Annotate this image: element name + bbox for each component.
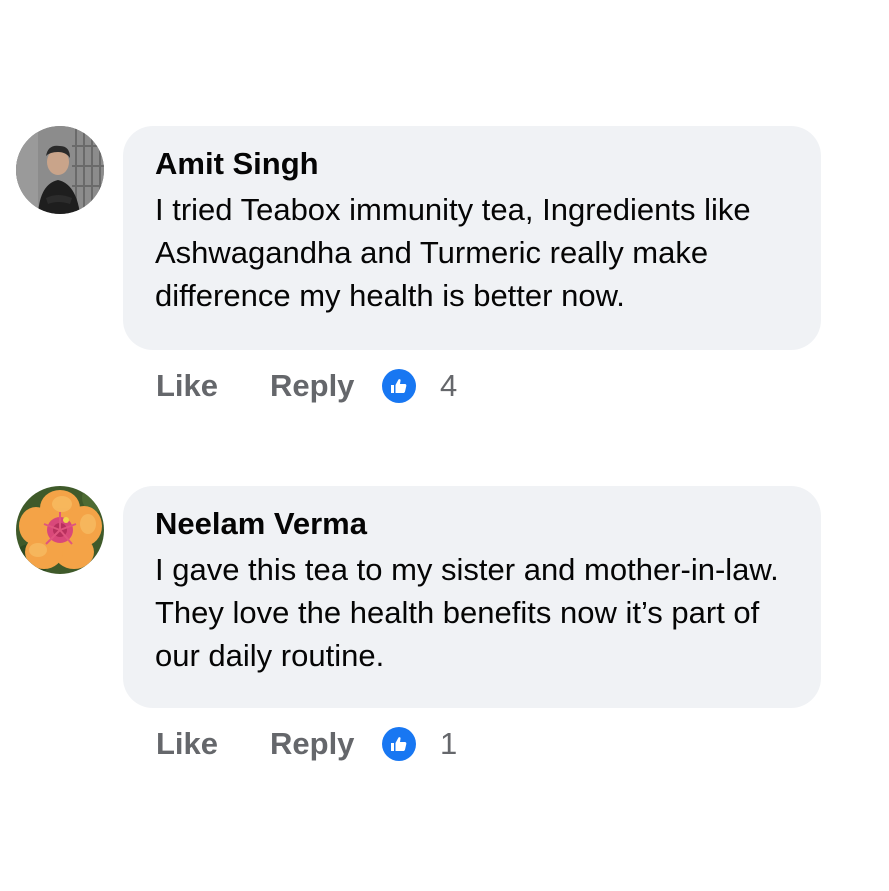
comment-bubble: Neelam Verma I gave this tea to my siste… (123, 486, 821, 708)
avatar[interactable] (16, 126, 104, 214)
reaction-count[interactable]: 1 (440, 726, 457, 762)
comment-bubble: Amit Singh I tried Teabox immunity tea, … (123, 126, 821, 350)
man-portrait-avatar-icon (16, 126, 104, 214)
like-button[interactable]: Like (156, 366, 270, 406)
comment-text: I tried Teabox immunity tea, Ingredients… (155, 192, 751, 313)
reply-button[interactable]: Reply (270, 366, 382, 406)
comment-author[interactable]: Amit Singh (155, 144, 791, 184)
reaction-count[interactable]: 4 (440, 368, 457, 404)
avatar[interactable] (16, 486, 104, 574)
hibiscus-flower-avatar-icon (16, 486, 104, 574)
comment-text: I gave this tea to my sister and mother-… (155, 552, 779, 673)
reply-button[interactable]: Reply (270, 724, 382, 764)
comment-author[interactable]: Neelam Verma (155, 504, 791, 544)
thumbs-up-icon[interactable] (382, 369, 416, 403)
comment-actions: Like Reply 4 (156, 366, 457, 406)
like-button[interactable]: Like (156, 724, 270, 764)
thumbs-up-icon[interactable] (382, 727, 416, 761)
comment-actions: Like Reply 1 (156, 724, 457, 764)
